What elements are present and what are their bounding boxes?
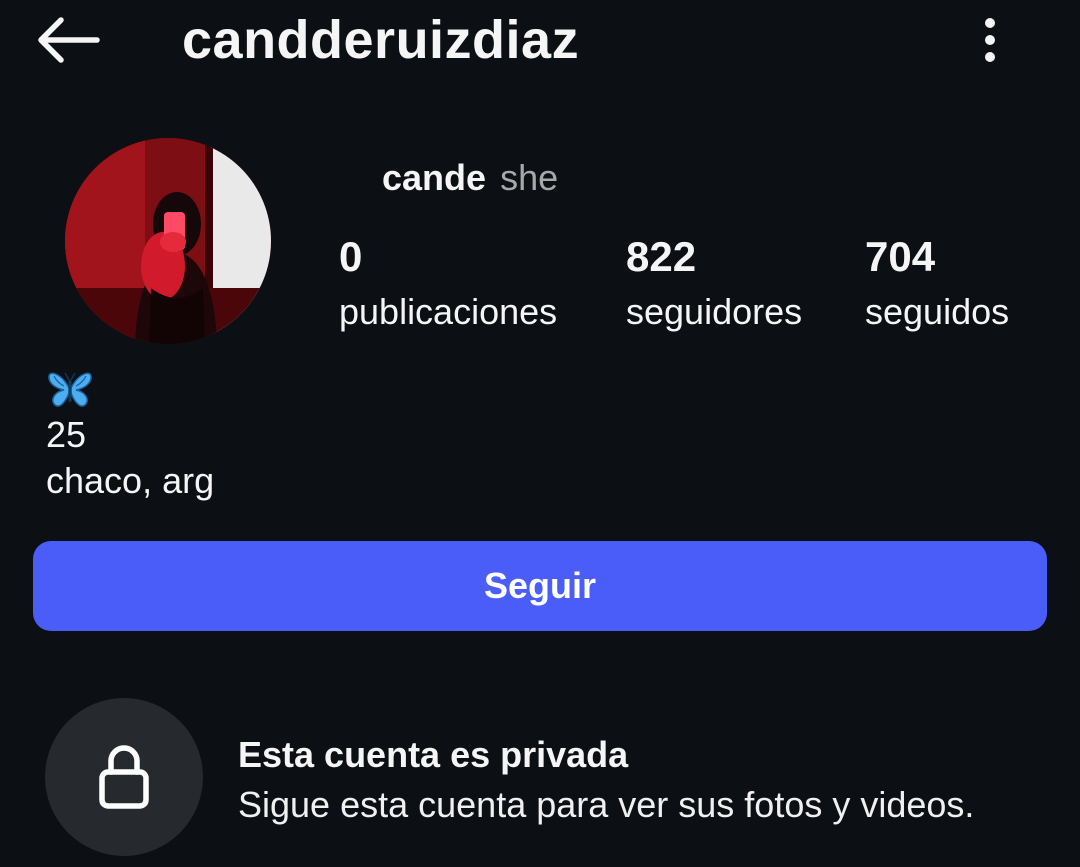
profile-username: candderuizdiaz	[182, 10, 580, 70]
followers-stat[interactable]: 822 seguidores	[626, 232, 802, 336]
profile-avatar[interactable]	[65, 138, 271, 344]
private-account-subtitle: Sigue esta cuenta para ver sus fotos y v…	[238, 784, 975, 825]
posts-stat[interactable]: 0 publicaciones	[339, 232, 557, 336]
pronouns: she	[500, 157, 559, 198]
following-label: seguidos	[865, 291, 1010, 332]
options-menu-button[interactable]	[966, 12, 1014, 68]
butterfly-icon	[48, 372, 92, 407]
arrow-left-icon	[38, 17, 100, 63]
posts-count: 0	[339, 233, 363, 280]
more-vertical-icon	[985, 18, 995, 62]
name-row: cande she	[382, 156, 558, 200]
followers-label: seguidores	[626, 291, 803, 332]
private-lock-badge	[45, 698, 203, 856]
bio-age: 25	[46, 414, 87, 455]
private-account-title: Esta cuenta es privada	[238, 734, 629, 775]
bio-location: chaco, arg	[46, 460, 215, 501]
bio: 25 chaco, arg	[46, 368, 214, 504]
follow-button[interactable]: Seguir	[33, 541, 1047, 631]
lock-icon	[99, 745, 149, 809]
profile-photo	[65, 138, 271, 344]
back-button[interactable]	[30, 12, 106, 68]
followers-count: 822	[626, 233, 697, 280]
posts-label: publicaciones	[339, 291, 558, 332]
top-bar: candderuizdiaz	[0, 0, 1080, 82]
display-name: cande	[382, 157, 487, 198]
following-count: 704	[865, 233, 936, 280]
profile-screen: candderuizdiaz cande she 0 publicaciones…	[0, 0, 1080, 867]
following-stat[interactable]: 704 seguidos	[865, 232, 1009, 336]
